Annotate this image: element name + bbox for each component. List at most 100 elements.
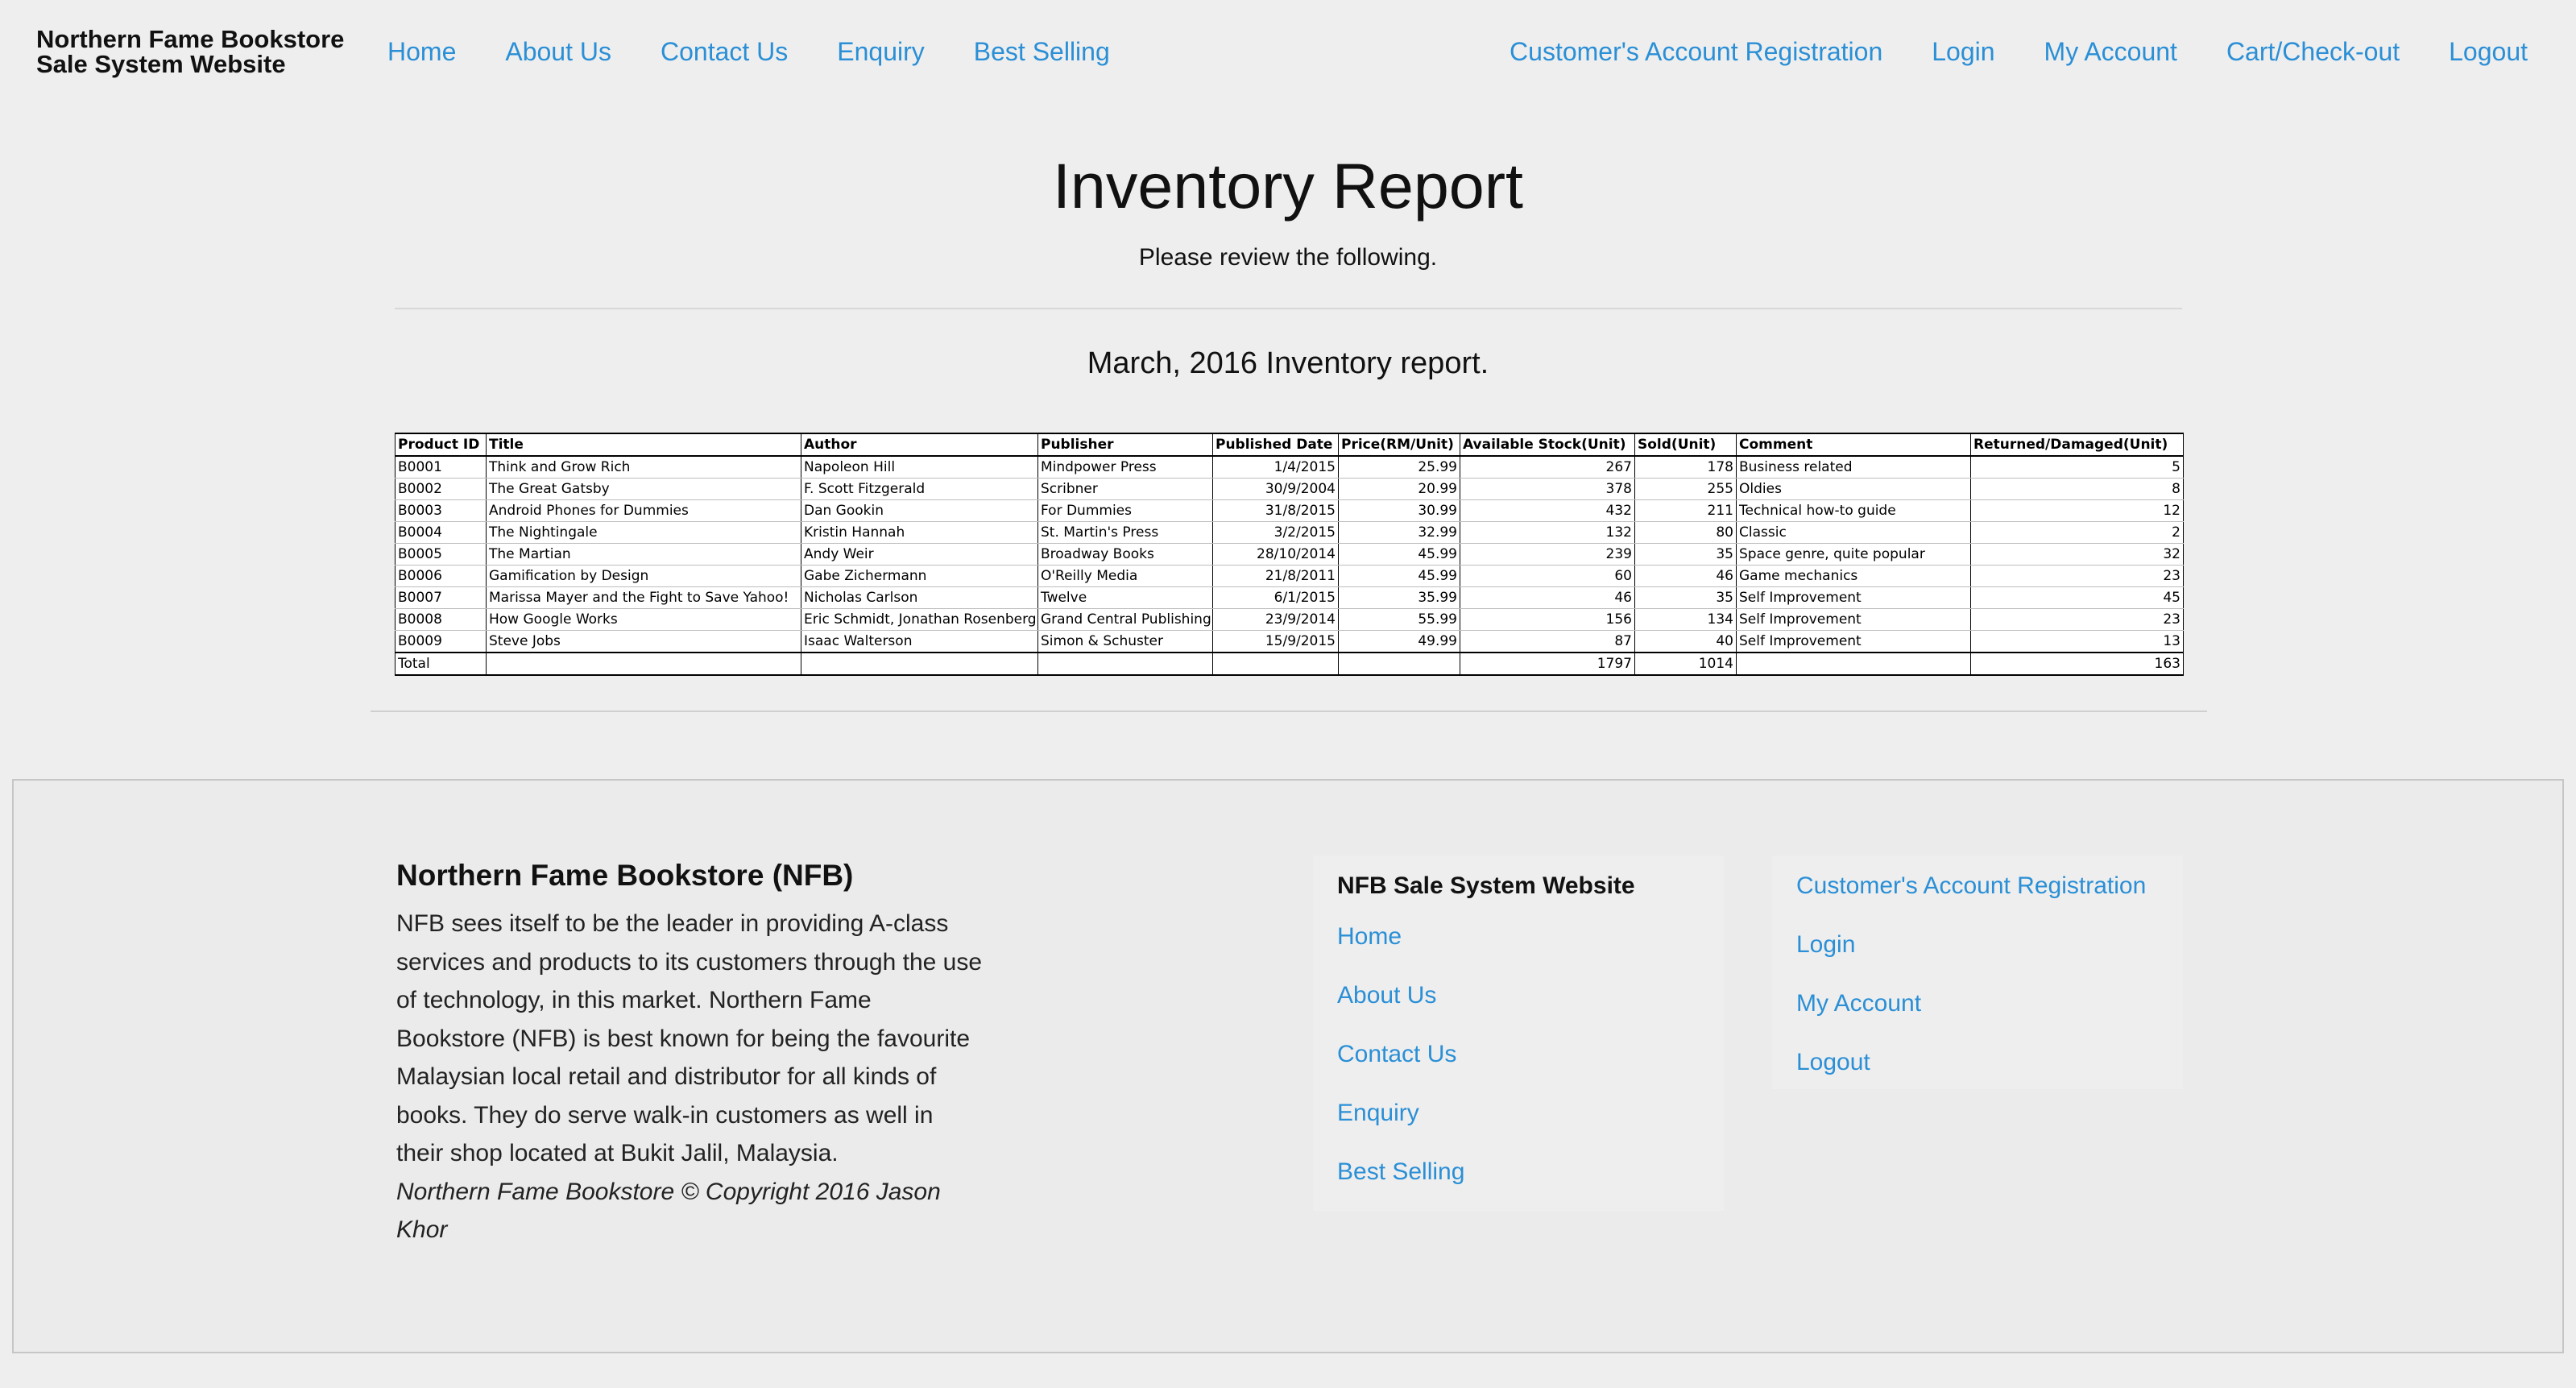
table-row: B0003 Android Phones for Dummies Dan Gooki… [395,499,2184,522]
table-cell: 32.99 [1338,521,1460,544]
table-cell: Business related [1736,456,1971,479]
inventory-table: Product ID Title Author Publisher Published … [395,433,2184,676]
table-cell: 30.99 [1338,499,1460,522]
table-cell: 30/9/2004 [1212,478,1339,500]
nav-logout-link[interactable]: Logout [2449,35,2528,68]
footer-site-links: NFB Sale System Website Home About Us Co… [1313,856,1724,1211]
brand-line-2: Sale System Website [36,50,286,78]
table-cell: Kristin Hannah [801,521,1038,544]
table-cell: 178 [1634,456,1737,479]
divider [395,308,2182,309]
table-cell: 32 [1970,543,2184,566]
table-cell: 432 [1460,499,1635,522]
table-cell: Twelve [1037,586,1213,609]
table-total-cell [1736,652,1971,676]
brand-line-1: Northern Fame Bookstore [36,25,345,53]
table-cell: O'Reilly Media [1037,565,1213,587]
table-cell: St. Martin's Press [1037,521,1213,544]
table-cell: 6/1/2015 [1212,586,1339,609]
table-cell: Classic [1736,521,1971,544]
table-cell: Napoleon Hill [801,456,1038,479]
table-cell: Simon & Schuster [1037,630,1213,653]
table-cell: B0003 [395,499,487,522]
nav-login-link[interactable]: Login [1932,35,1994,68]
divider [371,711,2207,712]
nav-best-selling-link[interactable]: Best Selling [974,35,1110,68]
table-cell: B0002 [395,478,487,500]
footer-home-link[interactable]: Home [1337,921,1700,953]
nav-registration-link[interactable]: Customer's Account Registration [1510,35,1882,68]
report-heading: March, 2016 Inventory report. [1087,346,1489,380]
table-cell: 1/4/2015 [1212,456,1339,479]
footer-login-link[interactable]: Login [1796,929,2159,961]
table-cell: 8 [1970,478,2184,500]
table-cell: Nicholas Carlson [801,586,1038,609]
table-cell: 2 [1970,521,2184,544]
table-cell: 45.99 [1338,565,1460,587]
table-cell: 239 [1460,543,1635,566]
table-cell: Oldies [1736,478,1971,500]
table-cell: 132 [1460,521,1635,544]
footer-about-title: Northern Fame Bookstore (NFB) [396,859,854,892]
table-row: B0007 Marissa Mayer and the Fight to Save… [395,586,2184,609]
table-header-cell: Published Date [1212,433,1339,457]
table-cell: Gabe Zichermann [801,565,1038,587]
table-cell: 46 [1634,565,1737,587]
nav-home-link[interactable]: Home [387,35,456,68]
table-cell: 46 [1460,586,1635,609]
table-cell: 23 [1970,608,2184,631]
table-header-cell: Publisher [1037,433,1213,457]
table-row: B0001 Think and Grow Rich Napoleon Hill Min… [395,456,2184,479]
table-cell: Eric Schmidt, Jonathan Rosenberg [801,608,1038,631]
table-cell: 12 [1970,499,2184,522]
nav-contact-link[interactable]: Contact Us [661,35,788,68]
table-cell: 25.99 [1338,456,1460,479]
footer-enquiry-link[interactable]: Enquiry [1337,1097,1700,1129]
table-cell: Space genre, quite popular [1736,543,1971,566]
table-cell: 267 [1460,456,1635,479]
table-cell: The Great Gatsby [486,478,801,500]
table-total-cell: Total [395,652,487,676]
table-cell: 49.99 [1338,630,1460,653]
nav-my-account-link[interactable]: My Account [2044,35,2177,68]
table-row: B0005 The Martian Andy Weir Broadway Books 2… [395,543,2184,566]
brand-title[interactable]: Northern Fame Bookstore Sale System Webs… [36,27,358,77]
footer-about-link[interactable]: About Us [1337,980,1700,1012]
nav-enquiry-link[interactable]: Enquiry [837,35,925,68]
table-cell: Marissa Mayer and the Fight to Save Yaho… [486,586,801,609]
table-cell: B0001 [395,456,487,479]
table-cell: 40 [1634,630,1737,653]
table-row: B0004 The Nightingale Kristin Hannah St. Ma… [395,521,2184,544]
nav-about-link[interactable]: About Us [505,35,611,68]
table-cell: Dan Gookin [801,499,1038,522]
nav-cart-link[interactable]: Cart/Check-out [2226,35,2400,68]
table-row: B0002 The Great Gatsby F. Scott Fitzgerald… [395,478,2184,500]
table-cell: 15/9/2015 [1212,630,1339,653]
table-cell: Game mechanics [1736,565,1971,587]
table-cell: 13 [1970,630,2184,653]
footer: Northern Fame Bookstore (NFB) NFB sees i… [12,779,2564,1353]
table-cell: 211 [1634,499,1737,522]
table-header-cell: Product ID [395,433,487,457]
table-cell: 87 [1460,630,1635,653]
footer-my-account-link[interactable]: My Account [1796,988,2159,1020]
table-header-cell: Returned/Damaged(Unit) [1970,433,2184,457]
page-title: Inventory Report [1052,150,1523,222]
footer-logout-link[interactable]: Logout [1796,1046,2159,1079]
table-cell: How Google Works [486,608,801,631]
table-cell: Grand Central Publishing [1037,608,1213,631]
footer-contact-link[interactable]: Contact Us [1337,1038,1700,1071]
table-cell: 20.99 [1338,478,1460,500]
table-header-cell: Title [486,433,801,457]
table-cell: Isaac Walterson [801,630,1038,653]
nav-left: Home About Us Contact Us Enquiry Best Se… [387,35,1159,68]
table-cell: Broadway Books [1037,543,1213,566]
table-cell: 45 [1970,586,2184,609]
table-cell: Think and Grow Rich [486,456,801,479]
footer-best-selling-link[interactable]: Best Selling [1337,1156,1700,1188]
table-cell: Andy Weir [801,543,1038,566]
table-row: B0009 Steve Jobs Isaac Walterson Simon & Sc… [395,630,2184,653]
table-header-cell: Sold(Unit) [1634,433,1737,457]
footer-registration-link[interactable]: Customer's Account Registration [1796,870,2159,902]
table-header: Product ID Title Author Publisher Published … [395,433,2184,457]
